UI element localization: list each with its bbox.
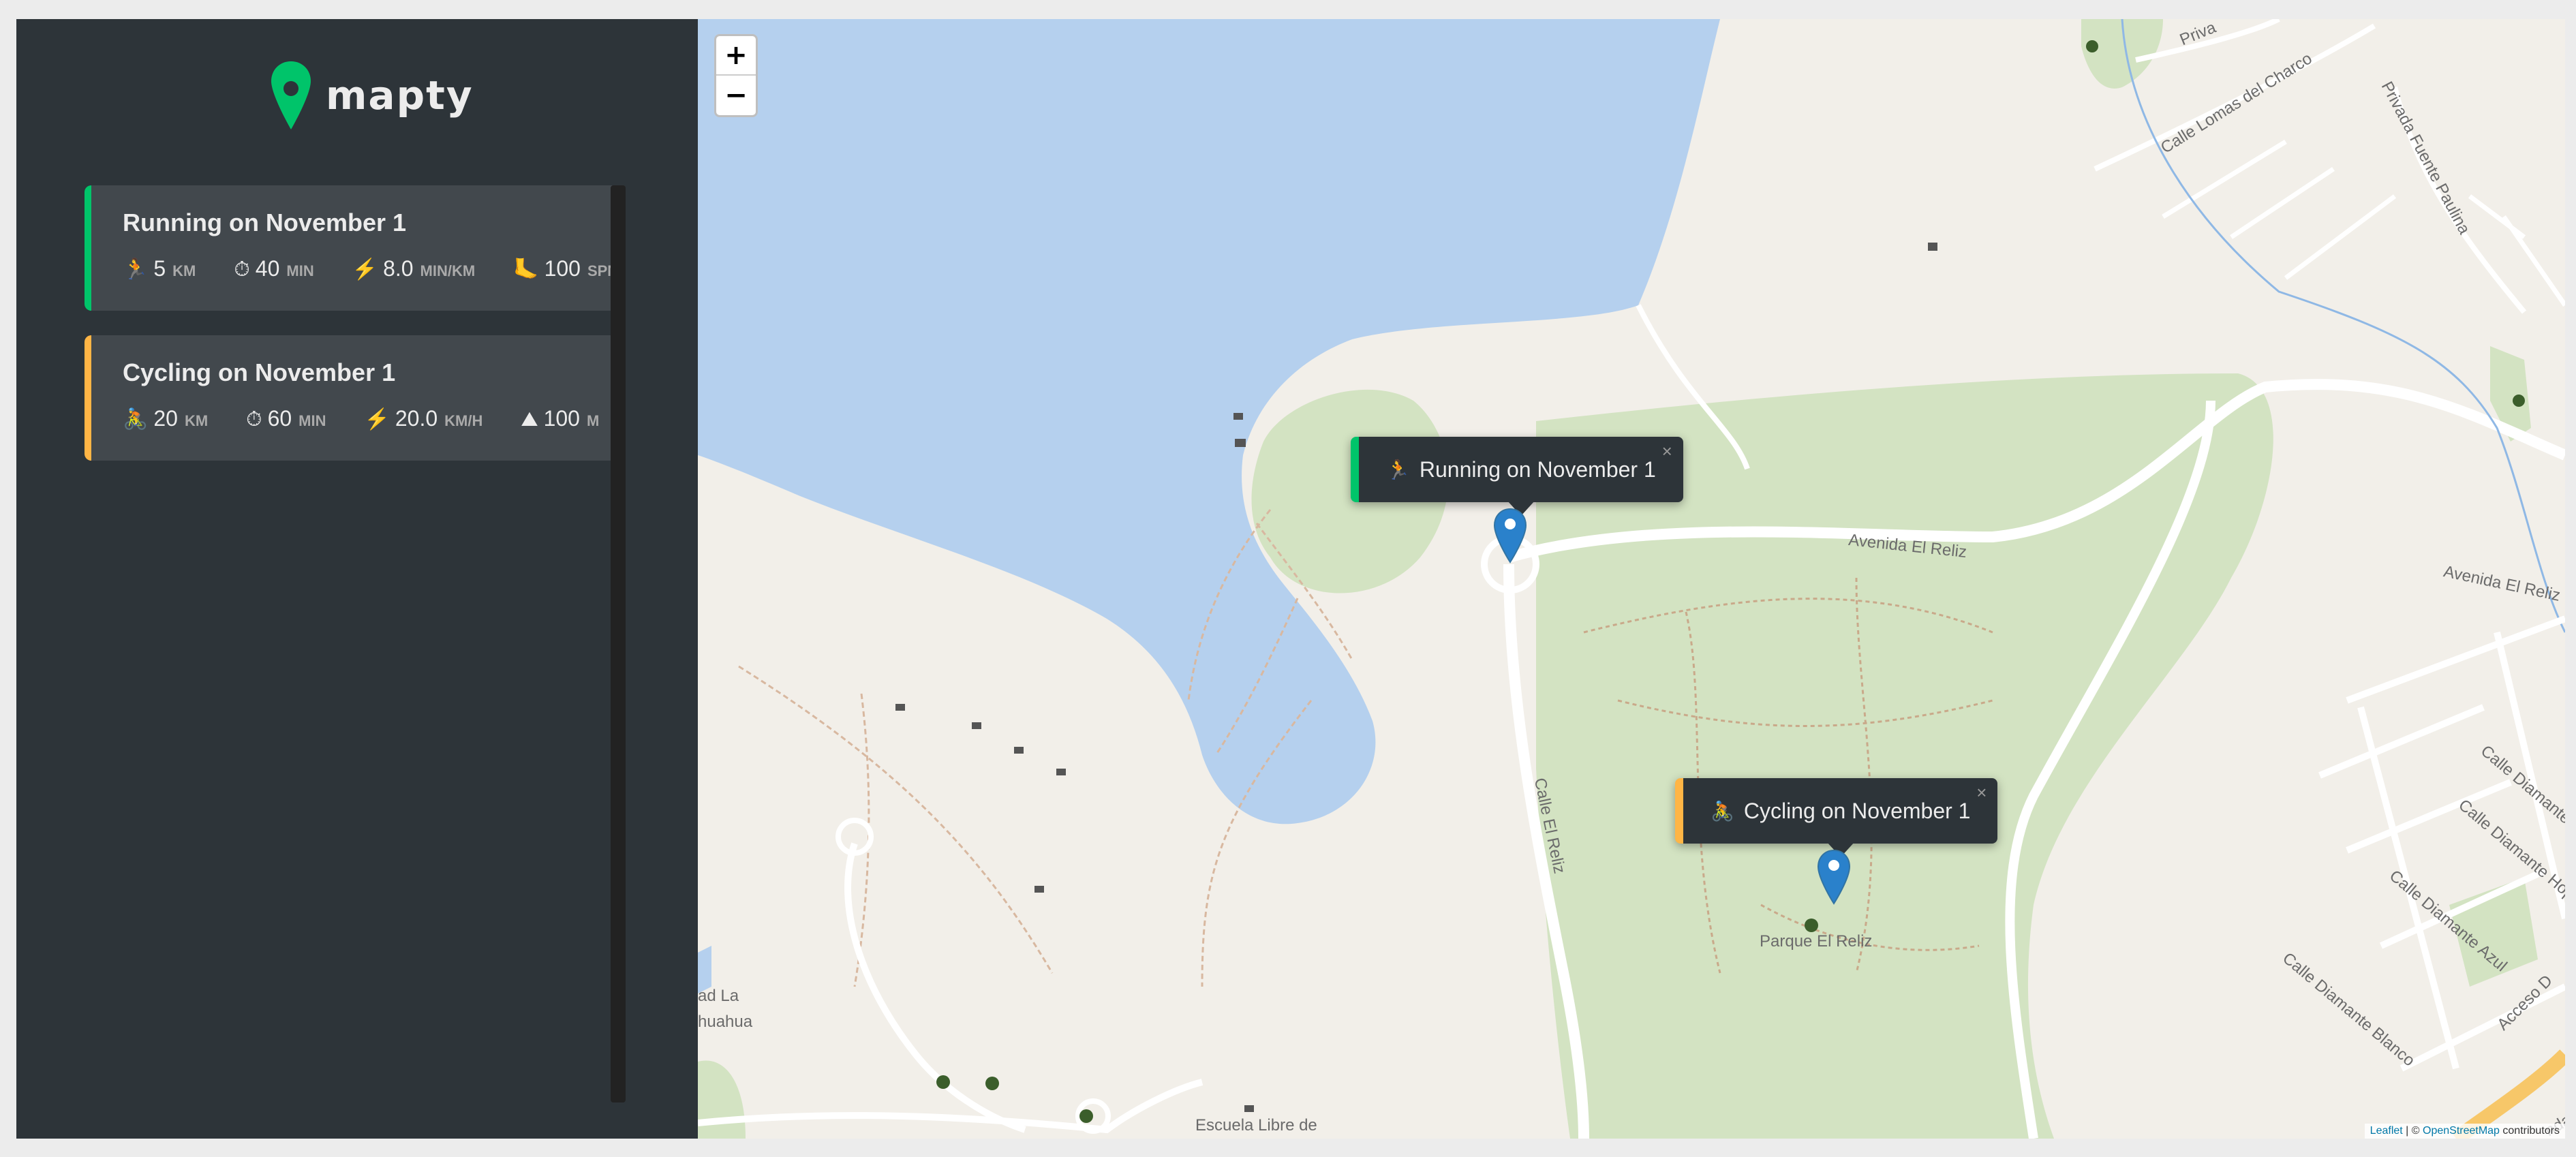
foot-icon: 🦶 <box>513 258 539 281</box>
logo: mapty <box>270 60 474 131</box>
workout-detail-duration: ⏱ 60 min <box>246 406 326 431</box>
osm-link[interactable]: OpenStreetMap <box>2423 1125 2500 1137</box>
sidebar: mapty Running on November 1 🏃 5 km ⏱ 40 … <box>16 19 698 1139</box>
road-west <box>844 842 1026 1133</box>
workout-detail-cadence: 🦶 100 spm <box>513 256 619 281</box>
leaflet-link[interactable]: Leaflet <box>2370 1125 2403 1137</box>
runner-icon: 🏃 <box>123 258 149 281</box>
zoom-in-button[interactable]: + <box>716 36 756 76</box>
zoom-out-button[interactable]: − <box>716 76 756 115</box>
popup-text: Running on November 1 <box>1419 457 1656 482</box>
workout-list: Running on November 1 🏃 5 km ⏱ 40 min ⚡️ <box>85 185 626 485</box>
detail-value: 20.0 <box>395 406 438 431</box>
map-tiles <box>698 19 2565 1139</box>
workout-detail-distance: 🚴 20 km <box>123 406 208 431</box>
detail-unit: km <box>184 412 209 429</box>
map[interactable]: + − Avenida El Reliz Avenida El Reliz Ca… <box>698 19 2565 1139</box>
zoom-control: + − <box>714 34 758 117</box>
map-marker-icon[interactable] <box>1817 849 1851 905</box>
place-label: ad La <box>698 987 739 1005</box>
attribution-text: contributors <box>2499 1125 2560 1137</box>
detail-value: 100 <box>543 406 580 431</box>
workout-detail-pace: ⚡️ 8.0 min/km <box>352 256 476 281</box>
park-area <box>698 1060 746 1139</box>
place-label: huahua <box>698 1013 753 1031</box>
cyclist-icon: 🚴 <box>123 408 149 431</box>
detail-unit: min/km <box>420 262 476 279</box>
workout-title: Running on November 1 <box>123 209 407 236</box>
app: mapty Running on November 1 🏃 5 km ⏱ 40 … <box>16 19 2565 1139</box>
detail-value: 20 <box>153 406 178 431</box>
logo-text: mapty <box>326 72 474 119</box>
detail-value: 40 <box>255 256 280 281</box>
sidebar-scrollbar[interactable] <box>611 185 626 1102</box>
detail-unit: km/h <box>444 412 483 429</box>
close-icon[interactable]: × <box>1976 782 1987 803</box>
workout-detail-speed: ⚡️ 20.0 km/h <box>365 406 483 431</box>
workout-title: Cycling on November 1 <box>123 358 396 386</box>
workout-detail-distance: 🏃 5 km <box>123 256 196 281</box>
workout-detail-elevation: ⛰ 100 m <box>521 406 599 431</box>
detail-unit: km <box>172 262 196 279</box>
workout-detail-duration: ⏱ 40 min <box>234 256 313 281</box>
attribution-separator: | © <box>2402 1125 2423 1137</box>
detail-value: 60 <box>267 406 292 431</box>
lightning-icon: ⚡️ <box>364 408 390 431</box>
cyclist-icon: 🚴 <box>1711 800 1734 822</box>
runner-icon: 🏃 <box>1386 459 1410 480</box>
park-label: Parque El Reliz <box>1760 932 1873 951</box>
detail-value: 8.0 <box>383 256 414 281</box>
workout-popup[interactable]: 🚴 Cycling on November 1 × <box>1675 778 1998 857</box>
lightning-icon: ⚡️ <box>352 258 378 281</box>
workout-item[interactable]: Running on November 1 🏃 5 km ⏱ 40 min ⚡️ <box>85 185 626 311</box>
detail-unit: min <box>298 412 326 429</box>
map-attribution: Leaflet | © OpenStreetMap contributors <box>2364 1124 2565 1139</box>
map-pin-logo-icon <box>271 61 311 129</box>
workout-item[interactable]: Cycling on November 1 🚴 20 km ⏱ 60 min ⚡… <box>85 335 626 461</box>
detail-value: 100 <box>544 256 581 281</box>
stopwatch-icon: ⏱ <box>234 258 250 281</box>
detail-value: 5 <box>153 256 166 281</box>
place-label: Escuela Libre de <box>1195 1116 1317 1135</box>
close-icon[interactable]: × <box>1662 441 1672 462</box>
detail-unit: m <box>586 412 600 429</box>
workout-popup[interactable]: 🏃 Running on November 1 × <box>1351 437 1683 516</box>
popup-text: Cycling on November 1 <box>1743 798 1971 823</box>
map-marker-icon[interactable] <box>1493 508 1527 564</box>
detail-unit: min <box>286 262 314 279</box>
stopwatch-icon: ⏱ <box>246 408 262 431</box>
mountain-icon: ⛰ <box>521 408 538 431</box>
road-short <box>2162 140 2565 307</box>
